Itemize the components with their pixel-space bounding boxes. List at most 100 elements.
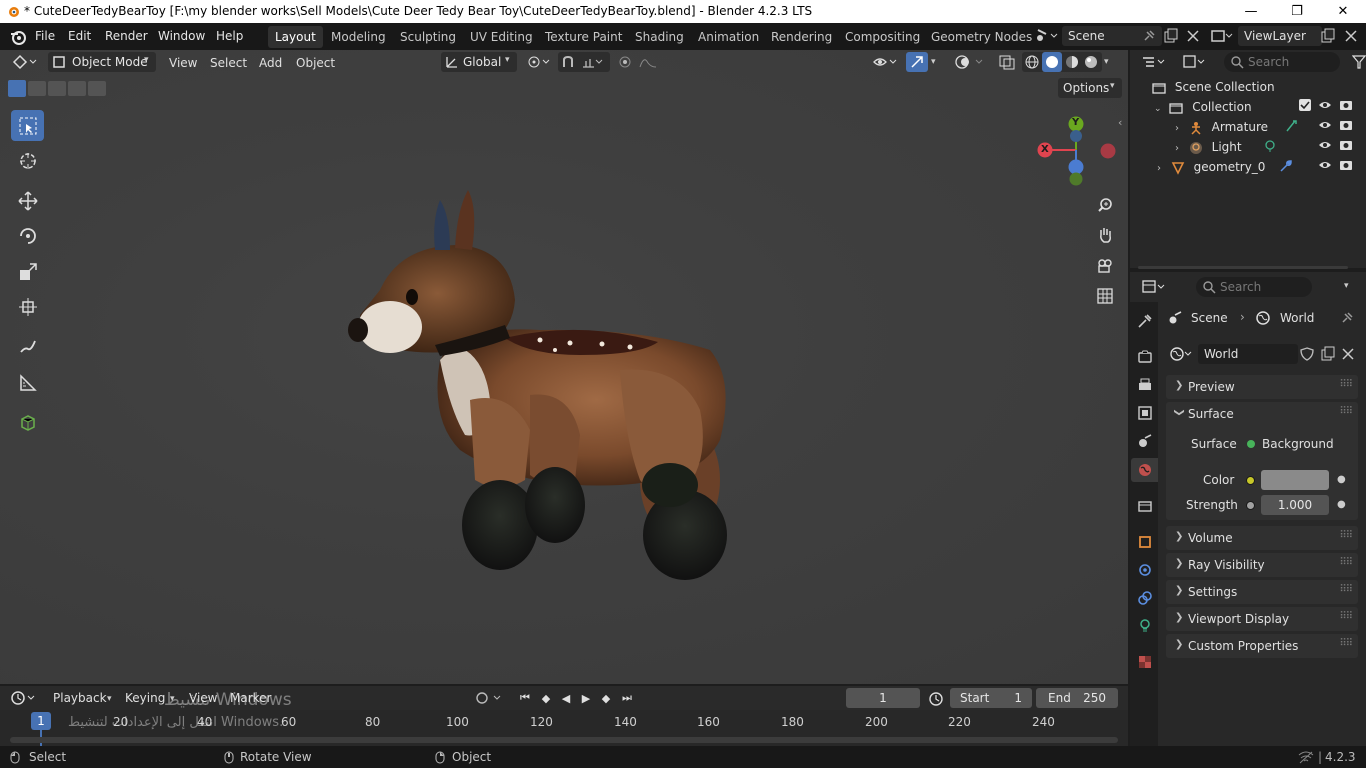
menu-window[interactable]: Window bbox=[158, 29, 205, 43]
unlink-world-icon[interactable] bbox=[1340, 346, 1356, 362]
display-mode-icon[interactable] bbox=[1182, 54, 1208, 70]
zoom-icon[interactable] bbox=[1094, 194, 1116, 216]
viewport-menu-view[interactable]: View bbox=[169, 53, 197, 73]
selection-mode-group[interactable] bbox=[8, 80, 106, 97]
chevron-down-icon[interactable]: ❯ bbox=[1174, 408, 1185, 416]
scene-collection-row[interactable]: Scene Collection bbox=[1152, 77, 1275, 97]
outliner-scrollbar[interactable] bbox=[1138, 266, 1348, 269]
armature-data-icon[interactable] bbox=[1284, 119, 1298, 133]
render-tab-icon[interactable] bbox=[1136, 348, 1154, 366]
output-tab-icon[interactable] bbox=[1136, 376, 1154, 394]
grid-ortho-icon[interactable] bbox=[1094, 285, 1116, 307]
collection-tab-icon[interactable] bbox=[1136, 497, 1154, 515]
properties-editor-icon[interactable] bbox=[1142, 279, 1168, 295]
keyframe-dot-icon[interactable]: ● bbox=[1337, 499, 1346, 510]
outliner-editor-icon[interactable] bbox=[1142, 55, 1168, 69]
light-data-icon[interactable] bbox=[1263, 139, 1277, 153]
3d-viewport[interactable] bbox=[0, 50, 1128, 684]
snap-icon[interactable] bbox=[561, 55, 575, 69]
playhead[interactable]: 1 bbox=[31, 712, 51, 730]
drag-handle-icon[interactable]: ⠿⠿ bbox=[1339, 584, 1353, 595]
solid-shading-icon[interactable] bbox=[1042, 52, 1062, 72]
add-cube-tool[interactable] bbox=[11, 406, 44, 437]
tab-texture-paint[interactable]: Texture Paint bbox=[538, 26, 629, 48]
world-browse-icon[interactable] bbox=[1170, 346, 1196, 362]
ray-visibility-panel-header[interactable]: ❯ Ray Visibility ⠿⠿ bbox=[1166, 553, 1358, 577]
preview-panel-header[interactable]: ❯ Preview ⠿⠿ bbox=[1166, 375, 1358, 399]
gizmo-toggle-icon[interactable] bbox=[906, 52, 928, 72]
surface-shader-button[interactable]: Background bbox=[1242, 434, 1334, 454]
menu-help[interactable]: Help bbox=[216, 29, 243, 43]
camera-render-icon[interactable] bbox=[1339, 159, 1353, 171]
keying-menu[interactable]: Keying bbox=[125, 691, 165, 705]
tab-uv-editing[interactable]: UV Editing bbox=[463, 26, 540, 48]
measure-tool[interactable] bbox=[11, 367, 44, 398]
scene-selector-icon[interactable] bbox=[1034, 28, 1058, 44]
tab-geometry-nodes[interactable]: Geometry Nodes bbox=[924, 26, 1039, 48]
start-frame-field[interactable]: Start 1 bbox=[950, 688, 1032, 708]
keyframe-dot-icon[interactable]: ● bbox=[1337, 474, 1346, 485]
physics-tab-icon[interactable] bbox=[1136, 561, 1154, 579]
jump-keyframe-back-icon[interactable]: ◆ bbox=[537, 689, 555, 707]
play-icon[interactable]: ▶ bbox=[577, 689, 595, 707]
pivot-point-icon[interactable] bbox=[527, 55, 553, 69]
select-new-icon[interactable] bbox=[8, 80, 26, 97]
transform-orientation-dropdown[interactable]: Global ▾ bbox=[441, 52, 517, 72]
world-name-field[interactable]: World bbox=[1198, 344, 1298, 364]
drag-handle-icon[interactable]: ⠿⠿ bbox=[1339, 611, 1353, 622]
color-swatch[interactable] bbox=[1261, 470, 1329, 490]
viewport-display-panel-header[interactable]: ❯ Viewport Display ⠿⠿ bbox=[1166, 607, 1358, 631]
select-invert-icon[interactable] bbox=[68, 81, 86, 96]
tab-rendering[interactable]: Rendering bbox=[764, 26, 839, 48]
remove-viewlayer-icon[interactable] bbox=[1343, 28, 1359, 44]
jump-keyframe-forward-icon[interactable]: ◆ bbox=[597, 689, 615, 707]
world-tab-icon[interactable] bbox=[1136, 461, 1154, 479]
custom-properties-panel-header[interactable]: ❯ Custom Properties ⠿⠿ bbox=[1166, 634, 1358, 658]
new-scene-icon[interactable] bbox=[1163, 28, 1179, 44]
xray-toggle-icon[interactable] bbox=[998, 54, 1016, 70]
overlays-icon[interactable] bbox=[954, 54, 988, 70]
drag-handle-icon[interactable]: ⠿⠿ bbox=[1339, 406, 1353, 417]
camera-render-icon[interactable] bbox=[1339, 139, 1353, 151]
tab-shading[interactable]: Shading bbox=[628, 26, 691, 48]
chevron-down-icon[interactable]: ▾ bbox=[931, 57, 936, 67]
pan-hand-icon[interactable] bbox=[1094, 224, 1116, 246]
tool-tab-icon[interactable] bbox=[1136, 312, 1154, 330]
deer-model[interactable] bbox=[340, 150, 750, 590]
select-intersect-icon[interactable] bbox=[88, 81, 106, 96]
material-shading-icon[interactable] bbox=[1065, 55, 1079, 69]
minimize-button[interactable]: — bbox=[1228, 0, 1274, 23]
constraints-tab-icon[interactable] bbox=[1136, 589, 1154, 607]
jump-to-end-icon[interactable]: ⏭ bbox=[618, 689, 636, 707]
chevron-down-icon[interactable]: ▾ bbox=[1344, 281, 1349, 291]
viewlayer-field[interactable]: ViewLayer bbox=[1238, 26, 1322, 46]
chevron-down-icon[interactable]: ▾ bbox=[1104, 57, 1109, 67]
object-tab-icon[interactable] bbox=[1136, 533, 1154, 551]
visibility-eye-icon[interactable] bbox=[872, 54, 900, 70]
select-extend-icon[interactable] bbox=[28, 81, 46, 96]
collection-checkbox[interactable] bbox=[1299, 99, 1311, 111]
eye-icon[interactable] bbox=[1318, 99, 1332, 111]
color-socket-icon[interactable] bbox=[1246, 476, 1255, 485]
pin-icon[interactable] bbox=[1340, 311, 1354, 325]
tab-sculpting[interactable]: Sculpting bbox=[393, 26, 463, 48]
volume-panel-header[interactable]: ❯ Volume ⠿⠿ bbox=[1166, 526, 1358, 550]
expand-chevron-icon[interactable]: › bbox=[1175, 123, 1179, 134]
editor-type-icon[interactable] bbox=[12, 54, 40, 70]
drag-handle-icon[interactable]: ⠿⠿ bbox=[1339, 530, 1353, 541]
camera-render-icon[interactable] bbox=[1339, 119, 1353, 131]
scale-tool[interactable] bbox=[11, 256, 44, 287]
pin-icon[interactable] bbox=[1142, 29, 1156, 43]
fake-user-shield-icon[interactable] bbox=[1299, 346, 1315, 362]
expand-chevron-icon[interactable]: › bbox=[1157, 163, 1161, 174]
playback-menu[interactable]: Playback bbox=[53, 691, 107, 705]
settings-panel-header[interactable]: ❯ Settings ⠿⠿ bbox=[1166, 580, 1358, 604]
light-row[interactable]: › Light bbox=[1175, 137, 1242, 157]
viewport-menu-object[interactable]: Object bbox=[296, 53, 335, 73]
tab-layout[interactable]: Layout bbox=[268, 26, 323, 48]
menu-edit[interactable]: Edit bbox=[68, 29, 91, 43]
filter-icon[interactable] bbox=[1352, 55, 1366, 69]
move-tool[interactable] bbox=[11, 185, 44, 216]
expand-chevron-icon[interactable]: ⌄ bbox=[1154, 104, 1162, 114]
collection-row[interactable]: ⌄ Collection bbox=[1154, 97, 1366, 117]
